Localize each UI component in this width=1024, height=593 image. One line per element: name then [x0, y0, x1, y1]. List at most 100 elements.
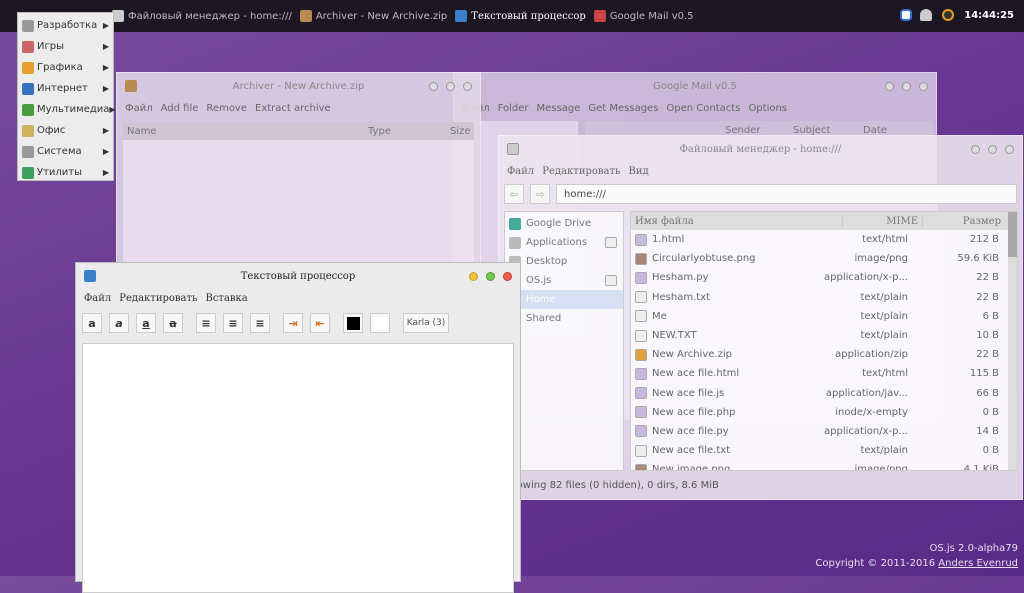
strikethrough-icon[interactable]: a: [163, 313, 183, 333]
maximize-button[interactable]: [902, 82, 911, 91]
minimize-button[interactable]: [469, 272, 478, 281]
menu-item[interactable]: Утилиты ▶: [18, 162, 113, 183]
menu-item[interactable]: Офис ▶: [18, 120, 113, 141]
minimize-button[interactable]: [971, 145, 980, 154]
menu-0[interactable]: Файл: [84, 293, 111, 304]
menu-1[interactable]: Add file: [161, 103, 199, 114]
minimize-button[interactable]: [885, 82, 894, 91]
italic-icon[interactable]: a: [109, 313, 129, 333]
menu-2[interactable]: Message: [537, 103, 581, 114]
column-filename[interactable]: Имя файла: [631, 216, 842, 227]
sidebar-item[interactable]: Google Drive: [505, 214, 623, 233]
align-left-icon[interactable]: ≡: [196, 313, 216, 333]
user-icon[interactable]: [920, 9, 933, 21]
file-row[interactable]: New ace file.php inode/x-empty 0 B: [631, 403, 1007, 422]
menu-item[interactable]: Мультимедиа ▶: [18, 99, 116, 120]
sidebar-item[interactable]: Applications: [505, 233, 623, 252]
scrollbar[interactable]: [1008, 212, 1017, 470]
close-button[interactable]: [919, 82, 928, 91]
indent-icon[interactable]: ⇥: [283, 313, 303, 333]
column-name[interactable]: Name: [123, 126, 368, 137]
menu-1[interactable]: Редактировать: [542, 166, 620, 177]
copyright: Copyright © 2011-2016 Anders Evenrud: [815, 558, 1018, 569]
text-color-button[interactable]: [343, 313, 363, 333]
menu-item[interactable]: Графика ▶: [18, 57, 113, 78]
menubar: Файл Редактировать Вставка: [76, 290, 520, 307]
underline-icon[interactable]: a: [136, 313, 156, 333]
background-color-button[interactable]: [370, 313, 390, 333]
menu-3[interactable]: Get Messages: [588, 103, 658, 114]
maximize-button[interactable]: [988, 145, 997, 154]
file-size: 22 B: [976, 349, 999, 361]
menu-1[interactable]: Folder: [498, 103, 529, 114]
menu-2[interactable]: Вставка: [205, 293, 247, 304]
column-subject[interactable]: Subject: [793, 125, 863, 136]
column-type[interactable]: Type: [368, 126, 450, 137]
bold-icon[interactable]: a: [82, 313, 102, 333]
submenu-arrow-icon: ▶: [109, 105, 116, 114]
window-titlebar[interactable]: Archiver - New Archive.zip: [117, 73, 480, 100]
back-button[interactable]: ⇦: [504, 184, 524, 204]
file-row[interactable]: New ace file.py application/x-p... 14 B: [631, 422, 1007, 441]
close-button[interactable]: [503, 272, 512, 281]
file-row[interactable]: New ace file.txt text/plain 0 B: [631, 441, 1007, 460]
sidebar-item[interactable]: OS.js: [505, 271, 623, 290]
window-titlebar[interactable]: Файловый менеджер - home:///: [499, 136, 1022, 163]
column-mime[interactable]: MIME: [842, 215, 922, 227]
sidebar-item[interactable]: Home: [505, 290, 623, 309]
menu-1[interactable]: Редактировать: [119, 293, 197, 304]
menu-0[interactable]: Файл: [125, 103, 153, 114]
menu-3[interactable]: Extract archive: [255, 103, 331, 114]
path-input[interactable]: home:///: [556, 184, 1017, 204]
file-row[interactable]: Hesham.py application/x-p... 22 B: [631, 268, 1007, 287]
window-titlebar[interactable]: Текстовый процессор: [76, 263, 520, 290]
network-icon[interactable]: [902, 11, 911, 19]
minimize-button[interactable]: [429, 82, 438, 91]
menu-4[interactable]: Open Contacts: [666, 103, 740, 114]
align-right-icon[interactable]: ≡: [250, 313, 270, 333]
menu-item[interactable]: Система ▶: [18, 141, 113, 162]
taskbar-window-button[interactable]: Текстовый процессор: [455, 10, 586, 22]
file-row[interactable]: 1.html text/html 212 B: [631, 230, 1007, 249]
menu-item[interactable]: Игры ▶: [18, 36, 113, 57]
file-row[interactable]: NEW.TXT text/plain 10 B: [631, 326, 1007, 345]
column-date[interactable]: Date: [863, 125, 887, 136]
menu-item[interactable]: Разработка ▶: [18, 15, 113, 36]
maximize-button[interactable]: [446, 82, 455, 91]
menu-5[interactable]: Options: [748, 103, 787, 114]
document-editor[interactable]: [82, 343, 514, 593]
align-center-icon[interactable]: ≡: [223, 313, 243, 333]
column-size[interactable]: Размер: [922, 215, 1017, 227]
author-link[interactable]: Anders Evenrud: [938, 558, 1018, 569]
window-titlebar[interactable]: Google Mail v0.5: [454, 73, 936, 100]
file-list[interactable]: Имя файла MIME Размер 1.html text/html 212 B…: [630, 211, 1018, 471]
file-row[interactable]: New ace file.js application/jav... 66 B: [631, 384, 1007, 403]
column-size[interactable]: Size: [450, 126, 474, 137]
column-sender[interactable]: Sender: [725, 125, 793, 136]
taskbar-window-button[interactable]: Archiver - New Archive.zip: [299, 10, 447, 22]
menu-2[interactable]: Вид: [628, 166, 648, 177]
file-row[interactable]: Hesham.txt text/plain 22 B: [631, 288, 1007, 307]
maximize-button[interactable]: [486, 272, 495, 281]
sidebar-item[interactable]: Desktop: [505, 252, 623, 271]
menu-0[interactable]: Файл: [507, 166, 534, 177]
outdent-icon[interactable]: ⇤: [310, 313, 330, 333]
taskbar-window-button[interactable]: Google Mail v0.5: [593, 10, 694, 22]
file-size: 115 B: [969, 368, 999, 380]
taskbar-window-button[interactable]: Файловый менеджер - home:///: [112, 10, 292, 22]
sidebar-item[interactable]: Shared: [505, 309, 623, 328]
close-button[interactable]: [1005, 145, 1014, 154]
menu-item[interactable]: Интернет ▶: [18, 78, 113, 99]
file-row[interactable]: New ace file.html text/html 115 B: [631, 364, 1007, 383]
file-row[interactable]: Circularlyobtuse.png image/png 59.6 KiB: [631, 249, 1007, 268]
file-row[interactable]: New Archive.zip application/zip 22 B: [631, 345, 1007, 364]
forward-button[interactable]: ⇨: [530, 184, 550, 204]
font-select[interactable]: Karla (3): [403, 313, 449, 333]
close-button[interactable]: [463, 82, 472, 91]
file-size: 10 B: [976, 330, 999, 342]
file-row[interactable]: New image.png image/png 4.1 KiB: [631, 460, 1007, 470]
file-icon: [635, 444, 647, 457]
menu-2[interactable]: Remove: [206, 103, 247, 114]
search-icon[interactable]: [942, 9, 955, 21]
file-row[interactable]: Me text/plain 6 B: [631, 307, 1007, 326]
